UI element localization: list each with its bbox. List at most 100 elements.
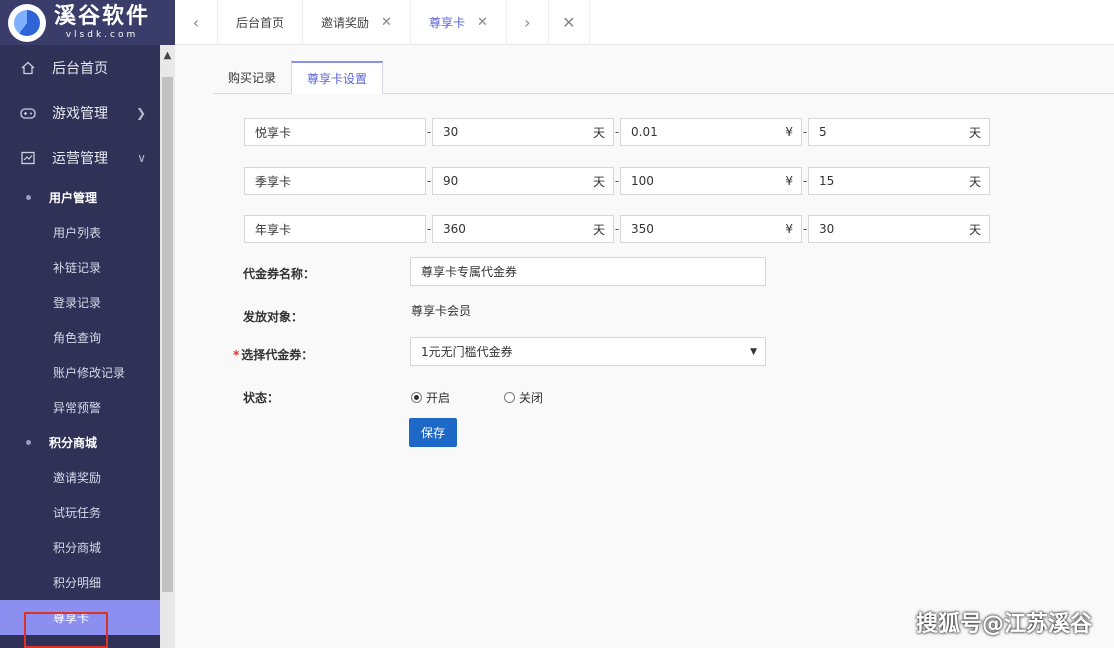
card-days-input[interactable]: 30 天 <box>432 118 614 146</box>
unit-label: ¥ <box>785 125 793 139</box>
home-icon <box>20 60 36 76</box>
main-content: 购买记录 尊享卡设置 悦享卡 - 30 天 - 0.01 ¥ - 5天 季享卡 - … <box>175 45 1114 648</box>
scroll-up-icon[interactable]: ▲ <box>160 45 175 65</box>
sidebar-item-points-mall[interactable]: 积分商城 <box>0 530 160 565</box>
coupon-name-input[interactable]: 尊享卡专属代金券 <box>410 257 766 286</box>
sidebar-item-role-query[interactable]: 角色查询 <box>0 320 160 355</box>
sidebar-item-label: 运营管理 <box>52 150 108 167</box>
radio-label: 开启 <box>426 391 451 405</box>
sidebar-item-anomaly-alert[interactable]: 异常预警 <box>0 390 160 425</box>
tab-vip-card[interactable]: 尊享卡 ✕ <box>409 0 506 45</box>
sidebar-item-ops[interactable]: 运营管理 ∨ <box>0 135 160 180</box>
card-name-input[interactable]: 季享卡 <box>244 167 426 195</box>
unit-label: 天 <box>968 125 981 140</box>
sidebar-item-relink-records[interactable]: 补链记录 <box>0 250 160 285</box>
card-bonus-input[interactable]: 30 天 <box>808 215 990 243</box>
watermark: 搜狐号@江苏溪谷 <box>915 612 1092 637</box>
chevron-down-icon: ∨ <box>137 150 146 165</box>
sidebar-nav: 后台首页 游戏管理 ❯ 运营管理 ∨ 用户管理 用户列表 补链记录 登录记录 角… <box>0 45 160 635</box>
target-label: 发放对象： <box>243 310 304 324</box>
unit-label: 天 <box>968 222 981 237</box>
chevron-right-icon: ❯ <box>135 105 146 120</box>
input-value: 15 <box>819 174 835 188</box>
sidebar-item-label: 游戏管理 <box>52 105 108 122</box>
unit-label: 天 <box>592 222 605 237</box>
card-price-input[interactable]: 100 ¥ <box>620 167 802 195</box>
highlight-box <box>24 612 108 648</box>
unit-label: 天 <box>592 125 605 140</box>
tab-vip-card-settings[interactable]: 尊享卡设置 <box>291 61 384 94</box>
card-price-input[interactable]: 0.01 ¥ <box>620 118 802 146</box>
sidebar-item-login-records[interactable]: 登录记录 <box>0 285 160 320</box>
radio-checked-icon <box>411 392 422 403</box>
input-value: 90 <box>443 174 459 188</box>
select-value: 1元无门槛代金券 <box>421 345 513 359</box>
tab-label: 后台首页 <box>236 15 285 30</box>
chart-icon <box>20 150 36 166</box>
sidebar-scrollbar[interactable]: ▲ <box>160 45 175 648</box>
top-tab-bar: ‹ 后台首页 邀请奖励 ✕ 尊享卡 ✕ › ✕ <box>175 0 1114 45</box>
tab-invite-reward[interactable]: 邀请奖励 ✕ <box>302 0 410 45</box>
sidebar-item-invite-reward[interactable]: 邀请奖励 <box>0 460 160 495</box>
tab-purchase-records[interactable]: 购买记录 <box>213 61 291 94</box>
sidebar-item-games[interactable]: 游戏管理 ❯ <box>0 90 160 135</box>
sidebar-item-trial-tasks[interactable]: 试玩任务 <box>0 495 160 530</box>
card-row: 悦享卡 - 30 天 - 0.01 ¥ - 5天 <box>244 118 990 146</box>
sidebar-group-user[interactable]: 用户管理 <box>0 180 160 215</box>
bullet-icon <box>26 195 31 200</box>
target-value: 尊享卡会员 <box>411 304 472 318</box>
close-icon[interactable]: ✕ <box>477 15 488 30</box>
content-tabs: 购买记录 尊享卡设置 <box>213 61 1114 94</box>
input-value: 30 <box>443 125 459 139</box>
status-on-radio[interactable]: 开启 <box>411 389 450 406</box>
card-row: 季享卡 - 90 天 - 100 ¥ - 15 天 <box>244 167 990 195</box>
card-bonus-input[interactable]: 15 天 <box>808 167 990 195</box>
input-value: 350 <box>631 222 654 236</box>
sidebar-group-label: 积分商城 <box>49 436 98 450</box>
sidebar-item-home[interactable]: 后台首页 <box>0 45 160 90</box>
gamepad-icon <box>20 105 36 121</box>
sidebar-item-user-list[interactable]: 用户列表 <box>0 215 160 250</box>
card-days-input[interactable]: 360 天 <box>432 215 614 243</box>
coupon-select[interactable]: 1元无门槛代金券 ▼ <box>410 337 766 366</box>
card-name-input[interactable]: 年享卡 <box>244 215 426 243</box>
unit-label: ¥ <box>785 222 793 236</box>
status-off-radio[interactable]: 关闭 <box>504 389 543 406</box>
sidebar-item-account-changes[interactable]: 账户修改记录 <box>0 355 160 390</box>
logo-name: 溪谷软件 <box>54 3 151 29</box>
radio-label: 关闭 <box>519 391 544 405</box>
card-name-input[interactable]: 悦享卡 <box>244 118 426 146</box>
tab-home[interactable]: 后台首页 <box>217 0 302 45</box>
bullet-icon <box>26 440 31 445</box>
save-button[interactable]: 保存 <box>409 418 457 447</box>
card-bonus-input[interactable]: 5天 <box>808 118 990 146</box>
sidebar-item-points-detail[interactable]: 积分明细 <box>0 565 160 600</box>
unit-label: 天 <box>968 174 981 189</box>
coupon-name-label: 代金券名称： <box>243 267 316 281</box>
logo[interactable]: 溪谷软件 vlsdk.com <box>0 0 175 45</box>
input-value: 30 <box>819 222 835 236</box>
dropdown-arrow-icon: ▼ <box>750 346 757 357</box>
select-coupon-label-text: 选择代金券： <box>241 348 314 362</box>
close-all-tabs-icon[interactable]: ✕ <box>547 0 590 45</box>
input-value: 360 <box>443 222 466 236</box>
card-price-input[interactable]: 350 ¥ <box>620 215 802 243</box>
sidebar-item-label: 后台首页 <box>52 60 108 77</box>
select-coupon-label: * 选择代金券： <box>233 346 313 363</box>
sidebar: 溪谷软件 vlsdk.com 后台首页 游戏管理 ❯ 运营管理 ∨ 用户管理 用… <box>0 0 175 648</box>
tab-label: 邀请奖励 <box>321 15 370 30</box>
unit-label: 天 <box>592 174 605 189</box>
unit-label: ¥ <box>785 174 793 188</box>
close-icon[interactable]: ✕ <box>381 15 392 30</box>
required-icon: * <box>233 348 240 362</box>
logo-icon <box>8 3 46 42</box>
scrollbar-thumb[interactable] <box>162 77 173 592</box>
card-days-input[interactable]: 90 天 <box>432 167 614 195</box>
tab-scroll-right-icon[interactable]: › <box>505 0 548 45</box>
tab-scroll-left-icon[interactable]: ‹ <box>175 0 217 45</box>
sidebar-group-label: 用户管理 <box>49 191 98 205</box>
status-label: 状态： <box>243 391 280 405</box>
input-value: 100 <box>631 174 654 188</box>
sidebar-group-points[interactable]: 积分商城 <box>0 425 160 460</box>
tab-label: 尊享卡 <box>428 15 465 30</box>
